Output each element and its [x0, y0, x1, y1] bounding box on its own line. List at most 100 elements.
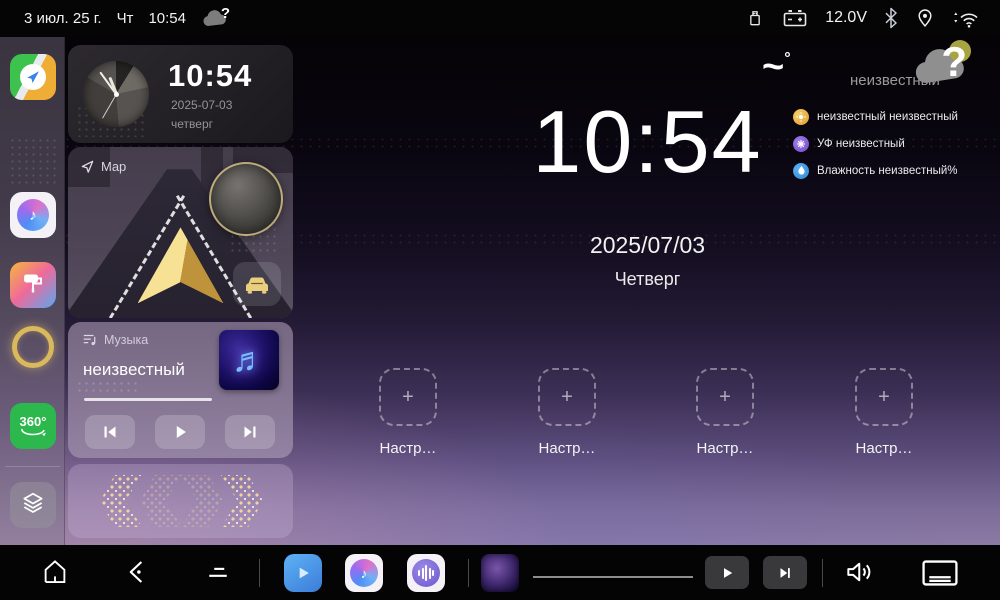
next-track-button[interactable]	[225, 415, 275, 449]
voice-assistant-button[interactable]	[407, 554, 445, 592]
widget-weekday: четверг	[171, 117, 213, 131]
previous-track-button[interactable]	[85, 415, 135, 449]
sidebar-item-music[interactable]: ♪	[10, 192, 56, 238]
voltage-readout: 12.0V	[825, 9, 867, 27]
screen-off-button[interactable]	[920, 558, 960, 588]
menu-lines-icon	[203, 557, 233, 587]
clock-widget[interactable]: 10:54 2025-07-03 четверг	[68, 45, 293, 143]
back-button[interactable]	[122, 557, 152, 587]
status-weekday: Чт	[117, 10, 134, 27]
home-icon	[40, 557, 70, 587]
usb-icon	[745, 7, 765, 29]
sidebar-dot-texture	[9, 137, 57, 185]
navbar-play-button[interactable]	[705, 556, 749, 589]
status-time: 10:54	[148, 10, 186, 27]
map-compass-circle	[209, 162, 283, 236]
music-widget-dots	[76, 380, 140, 394]
video-app-button[interactable]	[284, 554, 322, 592]
main-weekday: Четверг	[295, 269, 1000, 290]
play-pause-button[interactable]	[155, 415, 205, 449]
play-icon	[718, 564, 736, 582]
main-date: 2025/07/03	[295, 232, 1000, 259]
add-widget-placeholder-4[interactable]: +	[855, 368, 913, 426]
status-bar: 3 июл. 25 г. Чт 10:54 ? 12.0V	[0, 0, 1000, 36]
navbar-divider	[468, 559, 469, 587]
map-label: Map	[101, 159, 126, 174]
add-widget-placeholder-2[interactable]: +	[538, 368, 596, 426]
weather-cloud-icon[interactable]: ?	[912, 42, 970, 94]
playlist-icon	[82, 332, 98, 348]
weather-detail-row: неизвестный неизвестный	[793, 103, 958, 130]
track-title: неизвестный	[83, 360, 185, 380]
bottom-nav-bar: ♪	[0, 545, 1000, 600]
map-widget[interactable]: Map	[68, 147, 293, 318]
next-icon	[239, 421, 261, 443]
weather-details[interactable]: неизвестный неизвестный УФ неизвестный В…	[793, 103, 958, 184]
sun-icon	[793, 109, 809, 125]
navbar-track-progress[interactable]	[533, 576, 693, 578]
clock-center-dot	[114, 92, 119, 97]
uv-icon	[793, 136, 809, 152]
previous-icon	[99, 421, 121, 443]
left-arrow-icon-faint	[140, 475, 182, 527]
placeholder-label-4: Настр…	[824, 440, 944, 457]
volume-button[interactable]	[842, 556, 876, 588]
music-widget[interactable]: Музыка неизвестный ♬	[68, 322, 293, 458]
sidebar-item-360-view[interactable]: 360°	[10, 403, 56, 449]
weather-question-mark: ?	[941, 38, 967, 86]
turn-arrows-widget[interactable]	[68, 464, 293, 538]
weather-detail-row: УФ неизвестный	[793, 130, 958, 157]
next-icon	[776, 564, 794, 582]
home-button[interactable]	[40, 557, 70, 587]
music-widget-header: Музыка	[82, 332, 148, 348]
status-date: 3 июл. 25 г.	[24, 10, 102, 27]
track-progress-bar[interactable]	[84, 398, 212, 401]
navigation-icon	[20, 64, 46, 90]
widget-time: 10:54	[168, 58, 252, 94]
treble-clef-art: ♬	[232, 341, 266, 380]
sidebar-item-ring[interactable]	[12, 326, 54, 368]
sidebar-item-navigation[interactable]	[10, 54, 56, 100]
car-battery-icon	[782, 7, 808, 29]
status-bar-left: 3 июл. 25 г. Чт 10:54 ?	[0, 7, 231, 29]
music-note-icon: ♪	[350, 559, 378, 587]
location-icon	[915, 7, 935, 29]
album-art: ♬	[219, 330, 279, 390]
right-arrow-icon-faint	[181, 475, 223, 527]
360-label: 360°	[20, 415, 47, 428]
weather-detail-row: Влажность неизвестный%	[793, 157, 958, 184]
navbar-divider	[822, 559, 823, 587]
plus-icon: +	[561, 386, 573, 409]
navbar-divider	[259, 559, 260, 587]
plus-icon: +	[878, 386, 890, 409]
temp-value: ~	[762, 48, 784, 86]
app-sidebar: ♪ 360°	[0, 37, 65, 545]
layers-icon	[20, 490, 46, 521]
weather-temp[interactable]: ~ °	[762, 48, 791, 86]
widget-date: 2025-07-03	[171, 98, 232, 112]
wifi-icon	[952, 7, 980, 29]
paint-roller-icon	[21, 271, 45, 300]
now-playing-thumbnail[interactable]	[481, 554, 519, 592]
map-label-row: Map	[80, 159, 126, 174]
placeholder-label-3: Настр…	[665, 440, 785, 457]
music-app-button[interactable]: ♪	[345, 554, 383, 592]
voice-waveform-icon	[412, 559, 440, 587]
placeholder-label-2: Настр…	[507, 440, 627, 457]
navbar-next-button[interactable]	[763, 556, 807, 589]
car-mode-button[interactable]	[233, 262, 281, 306]
car-launcher-screen: 3 июл. 25 г. Чт 10:54 ? 12.0V	[0, 0, 1000, 600]
menu-button[interactable]	[203, 557, 233, 587]
sidebar-item-widgets[interactable]	[10, 482, 56, 528]
360-arrow-icon	[19, 428, 47, 437]
sidebar-item-themes[interactable]	[10, 262, 56, 308]
speaker-icon	[842, 556, 876, 588]
display-icon	[920, 558, 960, 588]
add-widget-placeholder-1[interactable]: +	[379, 368, 437, 426]
placeholder-label-1: Настр…	[348, 440, 468, 457]
analog-clock	[83, 61, 149, 127]
back-icon	[122, 557, 152, 587]
music-widget-label: Музыка	[104, 333, 148, 347]
right-arrow-icon	[221, 475, 263, 527]
add-widget-placeholder-3[interactable]: +	[696, 368, 754, 426]
